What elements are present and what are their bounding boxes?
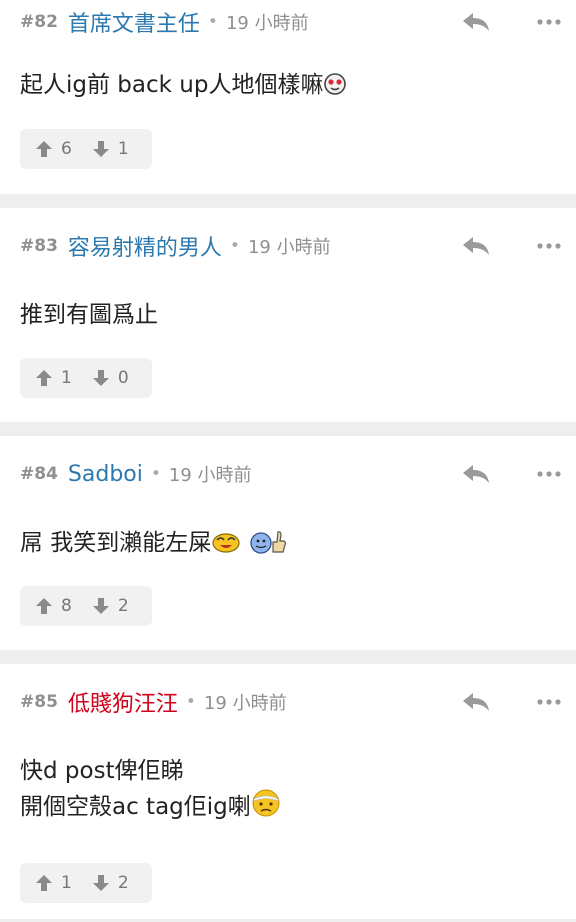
post-content: 快d post俾佢睇 開個空殼ac tag佢ig喇 (20, 754, 556, 824)
post-time: 19 小時前 (225, 13, 309, 34)
downvote-count: 0 (117, 368, 129, 388)
more-icon[interactable] (536, 18, 562, 26)
upvote-count: 1 (61, 368, 72, 388)
reply-icon[interactable] (462, 464, 490, 484)
username-link[interactable]: 低賤狗汪汪 (68, 686, 178, 718)
post-number: #84 (20, 464, 58, 484)
upvote-count: 1 (61, 873, 72, 893)
separator-dot: • (185, 692, 196, 712)
username-link[interactable]: Sadboi (68, 462, 143, 487)
upvote-icon (36, 141, 52, 157)
more-icon[interactable] (536, 242, 562, 250)
reply-icon[interactable] (462, 236, 490, 256)
post-83: #83 容易射精的男人 • 19 小時前 推到有圖爲止 1 0 (0, 208, 576, 422)
more-icon[interactable] (536, 470, 562, 478)
post-content: 推到有圖爲止 (20, 298, 556, 332)
username-link[interactable]: 首席文書主任 (68, 6, 200, 38)
post-84: #84 Sadboi • 19 小時前 屌 我笑到瀨能左屎 8 2 (0, 436, 576, 650)
upvote-button[interactable]: 1 (35, 368, 72, 388)
upvote-button[interactable]: 8 (35, 596, 72, 616)
post-text-line-1: 快d post俾佢睇 (20, 758, 184, 784)
post-text-line-2-wrap: 開個空殼ac tag佢ig喇 (20, 788, 556, 824)
more-icon[interactable] (536, 698, 562, 706)
upvote-icon (36, 875, 52, 891)
downvote-icon (92, 875, 109, 891)
post-content: 起人ig前 back up人地個樣嘛 (20, 68, 556, 102)
downvote-button[interactable]: 1 (92, 139, 129, 159)
post-text: 推到有圖爲止 (20, 302, 158, 328)
downvote-count: 1 (117, 139, 129, 159)
downvote-button[interactable]: 2 (92, 873, 129, 893)
post-number: #82 (20, 12, 58, 32)
upvote-button[interactable]: 1 (35, 873, 72, 893)
separator-dot: • (229, 236, 240, 256)
post-text: 屌 我笑到瀨能左屎 (20, 530, 212, 556)
downvote-icon (92, 370, 109, 386)
reply-icon[interactable] (462, 692, 490, 712)
upvote-count: 8 (61, 596, 72, 616)
post-number: #83 (20, 236, 58, 256)
reply-icon[interactable] (462, 12, 490, 32)
separator-dot: • (207, 12, 218, 32)
thumbs-up-smiley-emoji-icon (249, 531, 286, 554)
downvote-count: 2 (117, 596, 129, 616)
laughing-face-emoji-icon (212, 533, 240, 553)
downvote-icon (92, 141, 109, 157)
post-85: #85 低賤狗汪汪 • 19 小時前 快d post俾佢睇 開個空殼ac tag… (0, 664, 576, 919)
post-number: #85 (20, 692, 58, 712)
upvote-icon (36, 598, 52, 614)
post-text-line-2: 開個空殼ac tag佢ig喇 (20, 794, 251, 820)
upvote-count: 6 (61, 139, 72, 159)
vote-bar: 1 0 (20, 358, 152, 398)
post-content: 屌 我笑到瀨能左屎 (20, 526, 556, 560)
downvote-icon (92, 598, 109, 614)
bandaged-face-emoji-icon (252, 789, 280, 817)
post-time: 19 小時前 (203, 693, 287, 714)
downvote-button[interactable]: 0 (92, 368, 129, 388)
upvote-icon (36, 370, 52, 386)
post-text: 起人ig前 back up人地個樣嘛 (20, 72, 324, 98)
downvote-count: 2 (117, 873, 129, 893)
vote-bar: 1 2 (20, 863, 152, 903)
post-time: 19 小時前 (247, 237, 331, 258)
separator-dot: • (150, 464, 161, 484)
post-82: #82 首席文書主任 • 19 小時前 起人ig前 back up人地個樣嘛 6… (0, 0, 576, 194)
downvote-button[interactable]: 2 (92, 596, 129, 616)
dizzy-face-emoji-icon (324, 73, 347, 95)
username-link[interactable]: 容易射精的男人 (68, 230, 222, 262)
vote-bar: 6 1 (20, 129, 152, 169)
upvote-button[interactable]: 6 (35, 139, 72, 159)
vote-bar: 8 2 (20, 586, 152, 626)
post-time: 19 小時前 (168, 465, 252, 486)
